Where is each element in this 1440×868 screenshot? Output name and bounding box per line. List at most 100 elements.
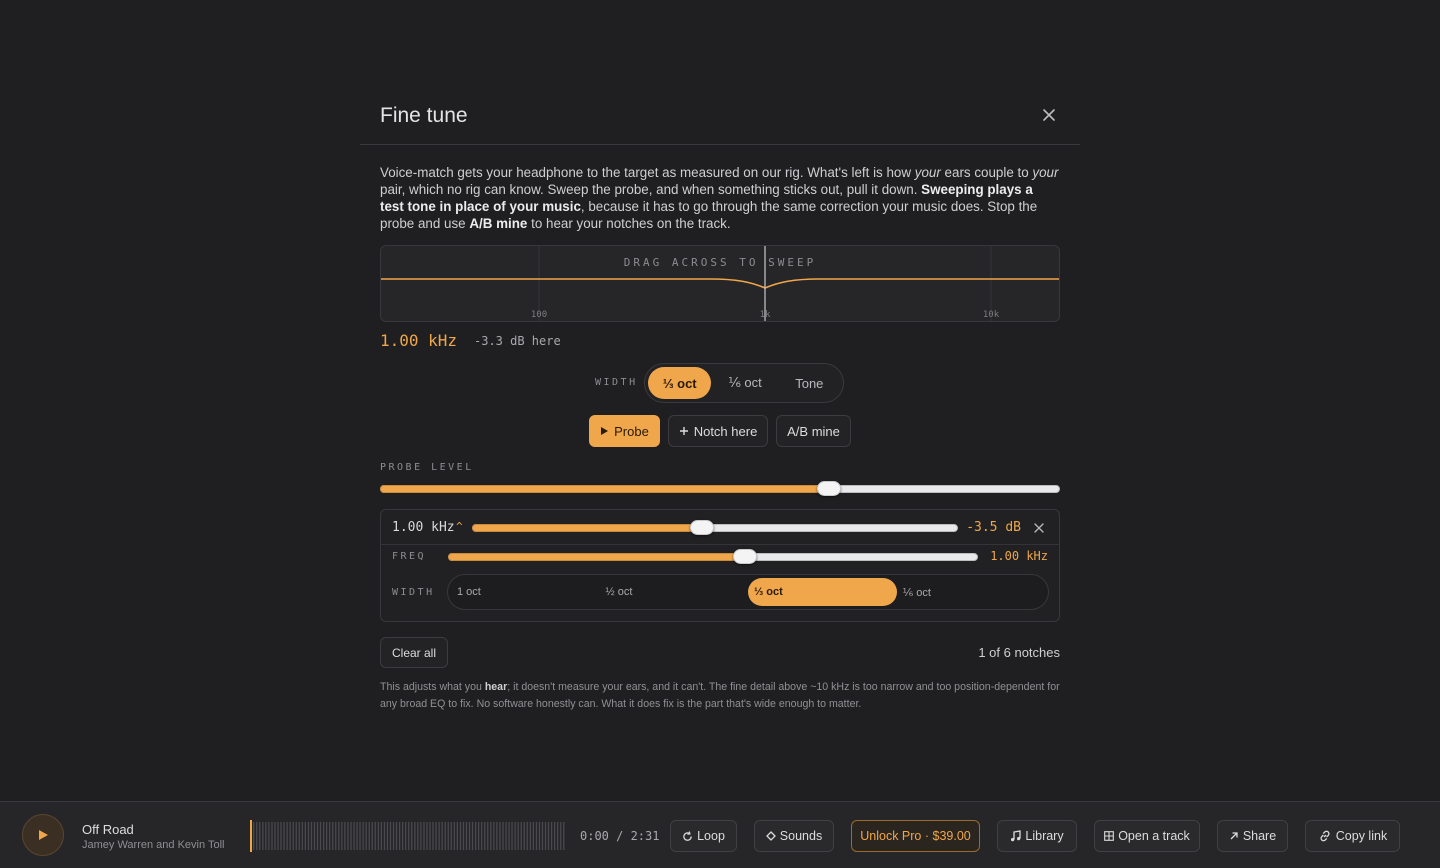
waveform-bar	[453, 822, 455, 850]
waveform-bar	[535, 822, 538, 850]
sounds-button[interactable]: Sounds	[754, 820, 834, 852]
waveform-bar	[383, 822, 386, 850]
slider-thumb[interactable]	[733, 549, 757, 564]
library-button[interactable]: Library	[997, 820, 1077, 852]
playback-time: 0:00 / 2:31	[580, 829, 660, 843]
probe-button-label: Probe	[614, 423, 649, 439]
probe-level-slider[interactable]	[380, 480, 1060, 496]
waveform-bar	[411, 822, 413, 850]
width-option-sixth-oct[interactable]: ⅙ oct	[711, 367, 778, 399]
slider-thumb[interactable]	[817, 481, 841, 496]
waveform-bar	[256, 822, 258, 850]
waveform-bar	[307, 822, 310, 850]
dialog-title: Fine tune	[380, 104, 468, 127]
waveform-bar	[420, 822, 422, 850]
notch-count: 1 of 6 notches	[978, 645, 1060, 660]
footnote: This adjusts what you hear; it doesn't m…	[380, 681, 1060, 710]
waveform-bar	[538, 822, 541, 850]
ab-mine-button[interactable]: A/B mine	[776, 415, 851, 447]
waveform-bar	[347, 822, 349, 850]
waveform-bar	[286, 822, 288, 850]
loop-button[interactable]: Loop	[670, 820, 737, 852]
waveform-bar	[426, 822, 428, 850]
waveform-bar	[508, 822, 510, 850]
waveform-bar	[335, 822, 337, 850]
notch-gain-slider[interactable]	[472, 519, 958, 535]
waveform-bar	[265, 822, 267, 850]
dialog-header: Fine tune	[360, 88, 1080, 145]
waveform-bar	[332, 822, 334, 850]
waveform-bar	[316, 822, 319, 850]
waveform-bar	[554, 822, 556, 850]
waveform-bar	[438, 822, 440, 850]
waveform-bar	[551, 822, 553, 850]
waveform-bar	[541, 822, 544, 850]
sweep-area[interactable]: DRAG ACROSS TO SWEEP 100 1k 10k	[380, 245, 1060, 322]
waveform-bar	[563, 822, 565, 850]
notch-here-button[interactable]: Notch here	[668, 415, 768, 447]
waveform-scrubber[interactable]	[250, 820, 566, 852]
remove-notch-button[interactable]	[1033, 521, 1045, 533]
share-button[interactable]: Share	[1217, 820, 1288, 852]
notch-width-half-oct[interactable]: ½ oct	[600, 578, 749, 606]
notch-freq-slider[interactable]	[448, 548, 978, 564]
waveform-bar	[392, 822, 395, 850]
waveform-bar	[386, 822, 389, 850]
library-label: Library	[1025, 829, 1064, 843]
copy-link-button[interactable]: Copy link	[1305, 820, 1400, 852]
share-label: Share	[1242, 829, 1277, 843]
notch-width-1-oct[interactable]: 1 oct	[451, 578, 600, 606]
intro-text: Voice-match gets your headphone to the t…	[380, 165, 1059, 231]
waveform-bar	[414, 822, 416, 850]
waveform-bar	[259, 822, 261, 850]
width-option-tone[interactable]: Tone	[779, 367, 840, 399]
waveform-bar	[262, 822, 264, 850]
notch-frequency[interactable]: 1.00 kHz	[392, 520, 455, 535]
width-option-third-oct[interactable]: ⅓ oct	[648, 367, 712, 399]
close-icon	[1034, 523, 1044, 533]
waveform-bar	[511, 822, 513, 850]
probe-button[interactable]: Probe	[589, 415, 660, 447]
collapse-caret-icon[interactable]: ^	[456, 520, 463, 533]
unlock-pro-button[interactable]: Unlock Pro · $39.00	[851, 820, 980, 852]
clear-all-label: Clear all	[391, 645, 436, 660]
waveform-bar	[365, 822, 367, 850]
waveform-bar	[487, 822, 489, 850]
play-button[interactable]	[22, 814, 64, 856]
waveform-bar	[417, 822, 419, 850]
probe-frequency-readout: 1.00 kHz	[380, 331, 458, 350]
freq-label: FREQ	[392, 551, 427, 562]
clear-all-button[interactable]: Clear all	[380, 637, 448, 668]
waveform-bar	[319, 822, 322, 850]
waveform-bar	[456, 822, 458, 850]
waveform-bar	[353, 822, 355, 850]
notch-width-label: WIDTH	[392, 587, 435, 598]
waveform-bar	[560, 822, 562, 850]
notch-width-third-oct[interactable]: ⅓ oct	[748, 578, 897, 606]
waveform-bar	[517, 822, 519, 850]
waveform-bar	[377, 822, 379, 850]
loop-label: Loop	[697, 829, 725, 843]
open-track-button[interactable]: Open a track	[1094, 820, 1200, 852]
waveform-bar	[484, 822, 486, 850]
music-note-icon	[1011, 830, 1022, 842]
notch-width-sixth-oct[interactable]: ⅙ oct	[897, 578, 1046, 606]
waveform-bar	[326, 822, 328, 850]
arrow-up-right-icon	[1230, 832, 1238, 840]
waveform-bar	[280, 822, 282, 850]
waveform-bar	[298, 822, 300, 850]
waveform-bar	[526, 822, 528, 850]
grid-icon	[1104, 831, 1115, 841]
close-button[interactable]	[1040, 106, 1058, 124]
link-icon	[1320, 830, 1330, 842]
waveform-bar	[295, 822, 297, 850]
loop-icon	[683, 830, 692, 841]
playhead[interactable]	[250, 820, 252, 852]
slider-fill	[380, 485, 829, 493]
waveform-bar	[253, 822, 255, 850]
waveform-bar	[408, 822, 410, 850]
slider-thumb[interactable]	[690, 520, 714, 535]
waveform-bar	[499, 822, 501, 850]
fine-tune-dialog: Fine tune Voice-match gets your headphon…	[360, 88, 1080, 728]
plus-icon	[679, 427, 688, 435]
